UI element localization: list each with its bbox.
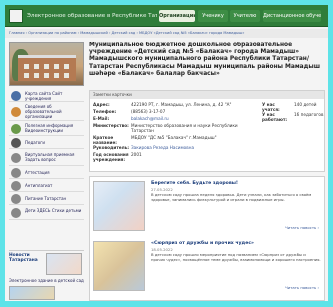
sidebar: Карта сайта Сайт учреждения Сведения об … xyxy=(9,90,84,250)
reception-icon xyxy=(11,153,21,163)
news-text: В детском саду прошла неделя здоровья. Д… xyxy=(151,193,312,202)
tatarstan-news-title[interactable]: Новости Татарстана xyxy=(9,253,43,263)
sidebar-bottom-item[interactable]: Электронное здание в детской сад xyxy=(9,278,84,300)
sidebar-item-antiplagiat[interactable]: Антиплагиат xyxy=(9,180,84,192)
attestation-icon xyxy=(11,168,21,178)
bottom-item-image xyxy=(9,286,55,300)
news-date: 18.05.2022 xyxy=(151,247,173,252)
breadcrumb[interactable]: Главная › Организации по районам › Мамад… xyxy=(5,29,328,38)
info-card: Заметки карточки Адрес: 422190 РТ, г. Ма… xyxy=(89,90,325,172)
logo-icon[interactable] xyxy=(9,9,23,23)
info-card-header: Заметки карточки xyxy=(90,91,324,99)
sidebar-item-useful-info[interactable]: Полезная информация Видеоинструкции xyxy=(9,122,84,136)
email-link[interactable]: balakach@mail.ru xyxy=(131,116,256,121)
sitemap-icon xyxy=(11,91,21,101)
sidebar-item-virtual-reception[interactable]: Виртуальная приемная Задать вопрос xyxy=(9,150,84,166)
news-thumbnail[interactable] xyxy=(93,241,145,291)
site-header: Электронное образование в Республике Тат… xyxy=(5,5,328,27)
kids-icon xyxy=(11,208,21,218)
tab-organizations[interactable]: Организации xyxy=(159,10,195,22)
news-item[interactable]: Берегите себя. Будьте здоровы! 27.05.202… xyxy=(93,179,323,235)
news-title[interactable]: Берегите себя. Будьте здоровы! xyxy=(151,181,321,187)
tab-student[interactable]: Ученику xyxy=(198,10,228,22)
read-more-link[interactable]: Читать новость › xyxy=(285,225,319,230)
news-item[interactable]: «Сюрприз от дружбы и прочих чудес» 18.05… xyxy=(93,239,323,295)
news-thumbnail[interactable] xyxy=(93,181,145,231)
director-link[interactable]: Закирова Резеда Насимовна xyxy=(131,145,256,150)
building-photo xyxy=(9,42,84,86)
tab-teacher[interactable]: Учителю xyxy=(230,10,260,22)
bottom-item-label: Электронное здание в детской сад xyxy=(9,278,84,283)
news-date: 27.05.2022 xyxy=(151,187,173,192)
tatarstan-news-block[interactable]: Новости Татарстана xyxy=(9,250,84,276)
info-icon xyxy=(11,107,21,117)
food-icon xyxy=(11,194,21,204)
organization-title: Муниципальное бюджетное дошкольное образ… xyxy=(89,42,320,77)
site-title[interactable]: Электронное образование в Республике Тат… xyxy=(27,11,157,21)
sidebar-item-org-info[interactable]: Сведения об образовательной организации xyxy=(9,103,84,121)
video-icon xyxy=(11,124,21,134)
teachers-icon xyxy=(11,138,21,148)
news-title[interactable]: «Сюрприз от дружбы и прочих чудес» xyxy=(151,241,321,247)
news-list: Берегите себя. Будьте здоровы! 27.05.202… xyxy=(89,176,325,301)
news-image[interactable] xyxy=(46,253,82,275)
antiplagiat-icon xyxy=(11,181,21,191)
building-shape xyxy=(18,55,76,81)
sidebar-item-teachers[interactable]: Педагоги xyxy=(9,137,84,149)
sidebar-item-sitemap[interactable]: Карта сайта Сайт учреждения xyxy=(9,90,84,102)
screen-frame: Электронное образование в Республике Тат… xyxy=(0,0,333,307)
tab-distance-learning[interactable]: Дистанционное обучение xyxy=(263,10,321,22)
page: Электронное образование в Республике Тат… xyxy=(5,5,328,301)
sidebar-item-food[interactable]: Питание Татарстан xyxy=(9,193,84,205)
read-more-link[interactable]: Читать новость › xyxy=(285,285,319,290)
sidebar-item-kids[interactable]: Дети ЗДЕСЬ Стихи детьми xyxy=(9,206,84,220)
sidebar-item-attestation[interactable]: Аттестация xyxy=(9,167,84,179)
news-text: В детском саду прошло мероприятие под на… xyxy=(151,253,321,262)
